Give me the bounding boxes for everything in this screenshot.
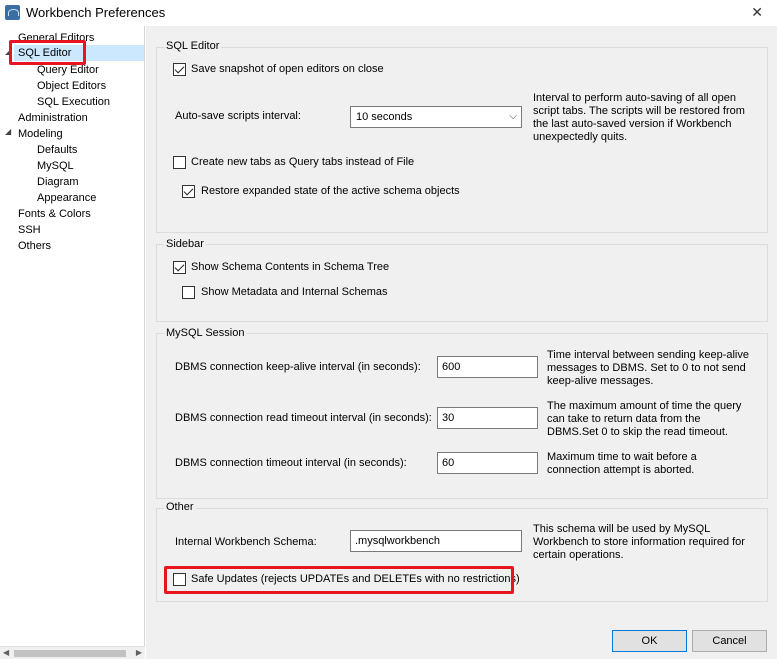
tree-item-others[interactable]: Others bbox=[18, 238, 51, 254]
new-tabs-query-checkbox[interactable] bbox=[173, 156, 186, 169]
scrollbar-thumb[interactable] bbox=[14, 650, 126, 657]
expanded-caret-icon[interactable]: ◢ bbox=[5, 127, 11, 136]
autosave-interval-value: 10 seconds bbox=[356, 111, 413, 123]
title-bar: Workbench Preferences ✕ bbox=[0, 0, 777, 26]
other-group-title: Other bbox=[164, 501, 196, 513]
save-snapshot-label: Save snapshot of open editors on close bbox=[191, 63, 384, 75]
internal-schema-input[interactable] bbox=[350, 530, 522, 552]
new-tabs-query-label: Create new tabs as Query tabs instead of… bbox=[191, 156, 415, 168]
tree-item-appearance[interactable]: Appearance bbox=[37, 190, 96, 206]
mysql-session-group-title: MySQL Session bbox=[164, 327, 247, 339]
sidebar-group-title: Sidebar bbox=[164, 238, 206, 250]
chevron-down-icon: ⌵ bbox=[509, 111, 517, 122]
sidebar-group bbox=[156, 244, 768, 322]
show-metadata-checkbox[interactable] bbox=[182, 286, 195, 299]
sql-editor-group-title: SQL Editor bbox=[164, 40, 222, 52]
tree-item-defaults[interactable]: Defaults bbox=[37, 142, 77, 158]
safe-updates-highlight-box bbox=[164, 566, 514, 594]
read-timeout-input[interactable] bbox=[437, 407, 538, 429]
show-metadata-label: Show Metadata and Internal Schemas bbox=[201, 286, 388, 298]
close-icon[interactable]: ✕ bbox=[751, 4, 763, 21]
tree-item-fonts-colors[interactable]: Fonts & Colors bbox=[18, 206, 91, 222]
scroll-left-icon[interactable]: ◀ bbox=[3, 648, 9, 657]
workbench-app-icon bbox=[5, 5, 20, 20]
ok-button[interactable]: OK bbox=[612, 630, 687, 652]
tree-item-ssh[interactable]: SSH bbox=[18, 222, 41, 238]
read-timeout-help-text: The maximum amount of time the query can… bbox=[547, 400, 742, 438]
tree-item-modeling[interactable]: Modeling bbox=[18, 126, 63, 142]
connection-timeout-label: DBMS connection timeout interval (in sec… bbox=[175, 457, 407, 469]
internal-schema-help-text: This schema will be used by MySQL Workbe… bbox=[533, 523, 745, 561]
restore-state-label: Restore expanded state of the active sch… bbox=[201, 185, 460, 197]
window-title: Workbench Preferences bbox=[26, 5, 166, 20]
keepalive-interval-label: DBMS connection keep-alive interval (in … bbox=[175, 361, 421, 373]
tree-item-object-editors[interactable]: Object Editors bbox=[37, 78, 106, 94]
sql-editor-highlight-box bbox=[9, 40, 86, 65]
restore-state-checkbox[interactable] bbox=[182, 185, 195, 198]
autosave-interval-label: Auto-save scripts interval: bbox=[175, 110, 301, 122]
cancel-button[interactable]: Cancel bbox=[692, 630, 767, 652]
show-schema-contents-label: Show Schema Contents in Schema Tree bbox=[191, 261, 390, 273]
scroll-right-icon[interactable]: ▶ bbox=[136, 648, 142, 657]
autosave-interval-dropdown[interactable]: 10 seconds ⌵ bbox=[350, 106, 522, 128]
tree-item-diagram[interactable]: Diagram bbox=[37, 174, 79, 190]
save-snapshot-checkbox[interactable] bbox=[173, 63, 186, 76]
preferences-content: SQL Editor Save snapshot of open editors… bbox=[146, 26, 777, 659]
tree-item-sql-execution[interactable]: SQL Execution bbox=[37, 94, 110, 110]
autosave-help-text: Interval to perform auto-saving of all o… bbox=[533, 92, 745, 143]
connection-timeout-input[interactable] bbox=[437, 452, 538, 474]
read-timeout-label: DBMS connection read timeout interval (i… bbox=[175, 412, 432, 424]
internal-schema-label: Internal Workbench Schema: bbox=[175, 536, 317, 548]
show-schema-contents-checkbox[interactable] bbox=[173, 261, 186, 274]
tree-item-mysql[interactable]: MySQL bbox=[37, 158, 74, 174]
horizontal-scrollbar[interactable]: ◀ ▶ bbox=[0, 646, 145, 659]
preferences-tree: General Editors ◢ SQL Editor Query Edito… bbox=[0, 26, 145, 659]
keepalive-interval-input[interactable] bbox=[437, 356, 538, 378]
keepalive-help-text: Time interval between sending keep-alive… bbox=[547, 349, 749, 387]
connection-timeout-help-text: Maximum time to wait before a connection… bbox=[547, 451, 697, 476]
tree-item-administration[interactable]: Administration bbox=[18, 110, 88, 126]
